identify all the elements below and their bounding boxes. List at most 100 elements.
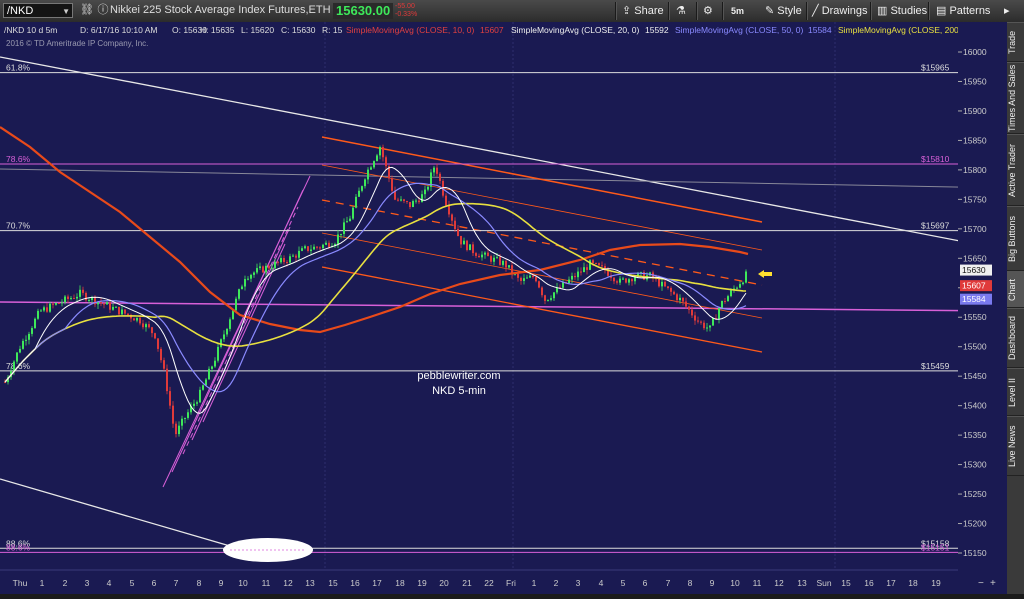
- candle-body: [469, 244, 471, 251]
- tab-dashboard[interactable]: Dashboard: [1007, 308, 1024, 368]
- tab-trade[interactable]: Trade: [1007, 22, 1024, 62]
- chart-canvas[interactable]: /NKD 10 d 5m D: 6/17/16 10:10 AM O: 1563…: [0, 22, 1008, 594]
- time-tick-label: 20: [439, 578, 449, 588]
- candle-body: [370, 167, 372, 170]
- draw-icon: ╱: [812, 5, 819, 17]
- candle-body: [241, 286, 243, 290]
- studies-button[interactable]: ▥ Studies: [877, 3, 927, 19]
- candle-body: [142, 323, 144, 328]
- zoom-in-icon[interactable]: +: [990, 578, 996, 589]
- candle-body: [415, 200, 417, 202]
- candle-body: [265, 265, 267, 273]
- candle-body: [667, 286, 669, 289]
- candle-body: [403, 199, 405, 202]
- drawings-button[interactable]: ╱ Drawings: [812, 3, 868, 19]
- candle-body: [292, 255, 294, 257]
- fib-level[interactable]: 61.8% $15965: [0, 63, 958, 74]
- scroll-right-icon[interactable]: ▸: [1004, 3, 1010, 19]
- fib-level[interactable]: 88.6% $15151: [0, 542, 958, 553]
- candle-body: [529, 275, 531, 278]
- sma10-line[interactable]: [4, 166, 747, 414]
- candle-body: [397, 199, 399, 201]
- lower-trend-line[interactable]: [0, 478, 231, 547]
- sma20-line[interactable]: [4, 182, 747, 393]
- tab-live-news[interactable]: Live News: [1007, 416, 1024, 476]
- candle-body: [160, 348, 162, 361]
- price-tick-label: 15500: [963, 342, 987, 352]
- fib-level[interactable]: 70.7% $15697: [0, 221, 958, 232]
- candle-body: [163, 360, 165, 369]
- candle-body: [85, 292, 87, 301]
- tab-big-buttons[interactable]: Big Buttons: [1007, 206, 1024, 271]
- sma20-label: SimpleMovingAvg (CLOSE, 20, 0): [511, 25, 640, 35]
- candle-body: [706, 327, 708, 329]
- tab-level-ii[interactable]: Level II: [1007, 368, 1024, 416]
- trend-lines[interactable]: [0, 56, 1008, 547]
- candle-body: [553, 292, 555, 299]
- long-downtrend-line[interactable]: [0, 56, 1008, 251]
- candle-body: [262, 266, 264, 273]
- symbol-selector[interactable]: /NKD ▼: [3, 3, 73, 18]
- candle-body: [526, 277, 528, 279]
- candle-body: [127, 313, 129, 315]
- candle-body: [229, 319, 231, 329]
- candle-body: [358, 190, 360, 197]
- rising-channel-line[interactable]: [202, 243, 286, 423]
- sma50-value: 15584: [808, 25, 832, 35]
- right-side-tabs: Trade Times And Sales Active Trader Big …: [1007, 22, 1024, 594]
- fib-percent: 61.8%: [6, 63, 31, 73]
- fib-percent: 70.7%: [6, 221, 31, 231]
- price-chart[interactable]: /NKD 10 d 5m D: 6/17/16 10:10 AM O: 1563…: [0, 22, 1008, 594]
- sma50-badge-text: 15584: [962, 294, 986, 304]
- zoom-out-icon[interactable]: −: [978, 578, 984, 589]
- candle-body: [58, 303, 60, 305]
- price-tick-label: 15650: [963, 253, 987, 263]
- channel-top-line[interactable]: [321, 136, 763, 223]
- tab-times-and-sales[interactable]: Times And Sales: [1007, 62, 1024, 134]
- candle-body: [187, 412, 189, 418]
- tab-active-trader[interactable]: Active Trader: [1007, 134, 1024, 206]
- candle-body: [325, 242, 327, 245]
- time-tick-label: 16: [350, 578, 360, 588]
- chevron-down-icon[interactable]: ▼: [62, 4, 70, 19]
- candle-body: [355, 196, 357, 208]
- time-tick-label: 4: [599, 578, 604, 588]
- info-icon[interactable]: ⓘ: [95, 3, 111, 18]
- candle-body: [151, 327, 153, 334]
- time-tick-label: 4: [107, 578, 112, 588]
- candle-body: [673, 291, 675, 295]
- studies-icon: ▥: [877, 5, 888, 17]
- candle-body: [28, 333, 30, 340]
- candle-body: [478, 255, 480, 258]
- flask-icon[interactable]: ⚗: [676, 3, 686, 19]
- candle-body: [409, 201, 411, 208]
- link-icon[interactable]: ⛓: [79, 3, 95, 18]
- gear-icon[interactable]: ⚙: [703, 3, 713, 19]
- candle-body: [592, 260, 594, 264]
- annotation-label: NKD 5-min: [432, 385, 486, 397]
- patterns-button[interactable]: ▤ Patterns: [936, 3, 990, 19]
- fib-level[interactable]: 88.6% $15158: [0, 538, 958, 549]
- candle-body: [253, 272, 255, 275]
- candle-body: [79, 289, 81, 297]
- fibonacci-levels[interactable]: 61.8% $15965 78.6% $15810 70.7% $15697 7…: [0, 63, 958, 553]
- time-tick-label: 11: [262, 578, 271, 588]
- time-tick-label: 3: [85, 578, 90, 588]
- candle-body: [745, 271, 747, 283]
- style-button[interactable]: ✎ Style: [765, 3, 802, 19]
- interval-button[interactable]: 5m: [731, 3, 744, 19]
- channel-mid-line[interactable]: [321, 199, 763, 286]
- time-tick-label: 9: [710, 578, 715, 588]
- magenta-horizontal-line[interactable]: [0, 301, 1008, 312]
- fib-level[interactable]: 78.6% $15810: [0, 154, 958, 165]
- fib-value: $15810: [921, 154, 950, 164]
- last-price-badge-text: 15630: [962, 265, 986, 275]
- candle-body: [55, 303, 57, 305]
- candle-body: [157, 338, 159, 349]
- share-button[interactable]: ⇪ Share: [622, 3, 664, 19]
- candle-body: [361, 186, 363, 191]
- tab-chart[interactable]: Chart: [1007, 271, 1024, 308]
- time-tick-label: 22: [484, 578, 494, 588]
- time-tick-label: Fri: [506, 578, 516, 588]
- price-tick-label: 15350: [963, 430, 987, 440]
